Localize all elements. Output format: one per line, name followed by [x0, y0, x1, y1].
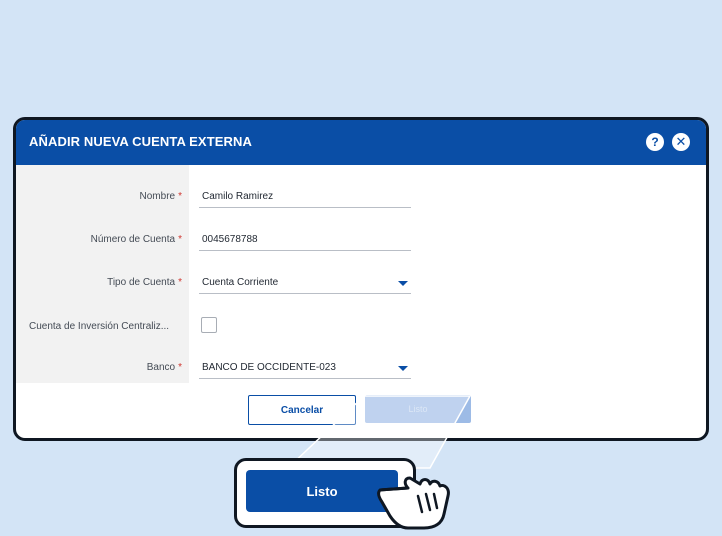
banco-label: Banco *	[146, 362, 182, 373]
nombre-label: Nombre *	[139, 191, 182, 202]
inversion-checkbox[interactable]	[201, 317, 217, 333]
inversion-label: Cuenta de Inversión Centraliz...	[29, 321, 170, 332]
hand-pointer-icon	[377, 476, 450, 530]
banco-value: BANCO DE OCCIDENTE-023	[202, 362, 336, 373]
tipo-cuenta-label: Tipo de Cuenta *	[107, 277, 182, 288]
help-icon[interactable]: ?	[646, 133, 664, 151]
cancel-button[interactable]: Cancelar	[248, 395, 356, 425]
done-button[interactable]: Listo	[365, 395, 471, 423]
close-icon[interactable]: ✕	[672, 133, 690, 151]
tipo-cuenta-select[interactable]: Cuenta Corriente	[199, 275, 411, 294]
numero-cuenta-value: 0045678788	[202, 234, 258, 245]
required-mark: *	[178, 234, 182, 245]
dialog-header: AÑADIR NUEVA CUENTA EXTERNA ? ✕	[16, 120, 706, 165]
chevron-down-icon	[398, 281, 408, 286]
required-mark: *	[178, 362, 182, 373]
required-mark: *	[178, 277, 182, 288]
chevron-down-icon	[398, 366, 408, 371]
banco-select[interactable]: BANCO DE OCCIDENTE-023	[199, 360, 411, 379]
numero-cuenta-label: Número de Cuenta *	[90, 234, 182, 245]
required-mark: *	[178, 191, 182, 202]
numero-cuenta-field[interactable]: 0045678788	[199, 232, 411, 251]
dialog-title: AÑADIR NUEVA CUENTA EXTERNA	[29, 134, 252, 149]
nombre-value: Camilo Ramirez	[202, 191, 274, 202]
nombre-field[interactable]: Camilo Ramirez	[199, 189, 411, 208]
add-external-account-dialog: AÑADIR NUEVA CUENTA EXTERNA ? ✕ Nombre * …	[13, 117, 709, 441]
tipo-cuenta-value: Cuenta Corriente	[202, 277, 279, 288]
